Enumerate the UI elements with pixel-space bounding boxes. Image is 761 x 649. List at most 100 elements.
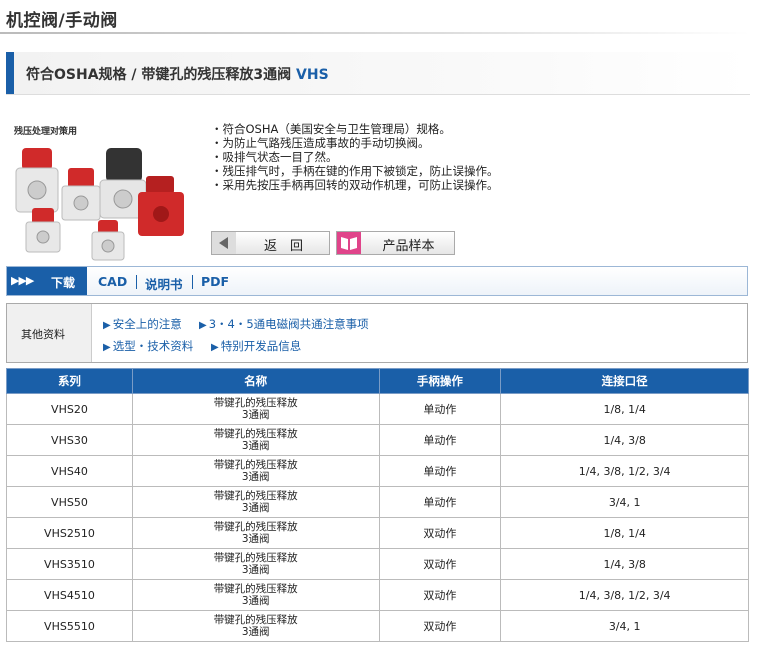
download-tabbar: ▶▶▶ 下载 CAD 说明书 PDF xyxy=(6,266,748,296)
port-cell: 3/4, 1 xyxy=(500,610,749,642)
product-title: 符合OSHA规格 / 带键孔的残压释放3通阀 VHS xyxy=(26,64,329,84)
col-header-series: 系列 xyxy=(6,368,133,394)
product-image-label: 残压处理对策用 xyxy=(14,127,78,137)
operation-cell: 双动作 xyxy=(378,548,502,580)
tab-separator xyxy=(136,275,137,289)
link-safety[interactable]: ▶ 安全上的注意 xyxy=(103,316,182,332)
col-header-name: 名称 xyxy=(131,368,380,394)
tab-cad[interactable]: CAD xyxy=(98,274,127,289)
series-cell[interactable]: VHS2510 xyxy=(6,517,133,549)
link-selection-technical-label: 选型・技术资料 xyxy=(112,339,194,353)
name-line: 带键孔的残压释放 xyxy=(213,459,298,471)
triangle-right-icon: ▶ xyxy=(103,342,111,353)
back-button[interactable]: 返 回 xyxy=(211,231,330,255)
table-row: VHS50 带键孔的残压释放 3通阀 单动作 3/4, 1 xyxy=(6,486,749,518)
other-materials: 其他资料 ▶ 安全上的注意 ▶ 3・4・5通电磁阀共通注意事项 ▶ 选型・技术资料 ▶… xyxy=(6,303,748,363)
spec-table: 系列 名称 手柄操作 连接口径 VHS20 带键孔的残压释放 3通阀 单动作 1/8, … xyxy=(6,368,749,642)
col-header-operation: 手柄操作 xyxy=(378,368,502,394)
back-button-label: 返 回 xyxy=(263,239,303,254)
port-cell: 3/4, 1 xyxy=(500,486,749,518)
name-line: 3通阀 xyxy=(241,502,270,514)
product-title-text: 符合OSHA规格 / 带键孔的残压释放3通阀 xyxy=(26,67,292,83)
col-header-port: 连接口径 xyxy=(500,368,749,394)
series-cell[interactable]: VHS4510 xyxy=(6,579,133,611)
link-common-precautions-label: 3・4・5通电磁阀共通注意事项 xyxy=(208,317,369,331)
series-cell[interactable]: VHS20 xyxy=(6,393,133,425)
port-cell: 1/4, 3/8, 1/2, 3/4 xyxy=(500,579,749,611)
triangle-right-icon: ▶ xyxy=(211,342,219,353)
name-line: 带键孔的残压释放 xyxy=(213,428,298,440)
port-cell: 1/8, 1/4 xyxy=(500,393,749,425)
series-cell[interactable]: VHS5510 xyxy=(6,610,133,642)
feature-item: ・吸排气状态一目了然。 xyxy=(211,150,338,164)
link-special-products-label: 特别开发品信息 xyxy=(220,339,302,353)
name-line: 带键孔的残压释放 xyxy=(213,583,298,595)
series-cell[interactable]: VHS30 xyxy=(6,424,133,456)
series-cell[interactable]: VHS40 xyxy=(6,455,133,487)
table-row: VHS5510 带键孔的残压释放 3通阀 双动作 3/4, 1 xyxy=(6,610,749,642)
name-cell: 带键孔的残压释放 3通阀 xyxy=(131,424,380,456)
triangle-right-icon: ▶ xyxy=(103,320,111,331)
port-cell: 1/4, 3/8, 1/2, 3/4 xyxy=(500,455,749,487)
feature-item: ・为防止气路残压造成事故的手动切换阀。 xyxy=(211,136,430,150)
name-cell: 带键孔的残压释放 3通阀 xyxy=(131,517,380,549)
operation-cell: 单动作 xyxy=(378,393,502,425)
table-row: VHS3510 带键孔的残压释放 3通阀 双动作 1/4, 3/8 xyxy=(6,548,749,580)
operation-cell: 单动作 xyxy=(378,455,502,487)
name-cell: 带键孔的残压释放 3通阀 xyxy=(131,610,380,642)
name-line: 3通阀 xyxy=(241,471,270,483)
name-line: 3通阀 xyxy=(241,595,270,607)
port-cell: 1/8, 1/4 xyxy=(500,517,749,549)
valve-photo xyxy=(15,148,184,261)
name-line: 3通阀 xyxy=(241,564,270,576)
table-row: VHS40 带键孔的残压释放 3通阀 单动作 1/4, 3/8, 1/2, 3/4 xyxy=(6,455,749,487)
page-title: 机控阀/手动阀 xyxy=(6,11,118,31)
name-line: 3通阀 xyxy=(241,409,270,421)
link-special-products[interactable]: ▶ 特别开发品信息 xyxy=(211,338,301,354)
arrow-left-icon xyxy=(212,232,236,254)
table-header-row: 系列 名称 手柄操作 连接口径 xyxy=(6,368,749,394)
operation-cell: 单动作 xyxy=(378,486,502,518)
tab-download[interactable]: ▶▶▶ 下载 xyxy=(7,267,87,295)
series-cell[interactable]: VHS3510 xyxy=(6,548,133,580)
name-line: 3通阀 xyxy=(241,626,270,638)
feature-item: ・符合OSHA（美国安全与卫生管理局）规格。 xyxy=(211,122,451,136)
feature-item: ・采用先按压手柄再回转的双动作机理，可防止误操作。 xyxy=(211,178,499,192)
name-cell: 带键孔的残压释放 3通阀 xyxy=(131,486,380,518)
name-cell: 带键孔的残压释放 3通阀 xyxy=(131,548,380,580)
table-row: VHS30 带键孔的残压释放 3通阀 单动作 1/4, 3/8 xyxy=(6,424,749,456)
name-line: 带键孔的残压释放 xyxy=(213,397,298,409)
name-line: 带键孔的残压释放 xyxy=(213,490,298,502)
series-cell[interactable]: VHS50 xyxy=(6,486,133,518)
header-accent-bar xyxy=(6,52,14,94)
tab-manual[interactable]: 说明书 xyxy=(145,274,183,293)
name-line: 3通阀 xyxy=(241,533,270,545)
port-cell: 1/4, 3/8 xyxy=(500,424,749,456)
tab-download-label: 下载 xyxy=(51,276,76,290)
operation-cell: 双动作 xyxy=(378,610,502,642)
title-divider xyxy=(0,32,750,34)
name-cell: 带键孔的残压释放 3通阀 xyxy=(131,393,380,425)
table-row: VHS4510 带键孔的残压释放 3通阀 双动作 1/4, 3/8, 1/2, 3/4 xyxy=(6,579,749,611)
catalog-button-label: 产品样本 xyxy=(382,239,435,254)
other-materials-label-cell: 其他资料 xyxy=(7,304,92,362)
link-common-precautions[interactable]: ▶ 3・4・5通电磁阀共通注意事项 xyxy=(199,316,369,332)
product-image: 残压处理对策用 xyxy=(10,120,200,270)
table-row: VHS2510 带键孔的残压释放 3通阀 双动作 1/8, 1/4 xyxy=(6,517,749,549)
catalog-button[interactable]: 产品样本 xyxy=(336,231,455,255)
feature-list: ・符合OSHA（美国安全与卫生管理局）规格。 ・为防止气路残压造成事故的手动切换… xyxy=(211,122,499,192)
tab-separator xyxy=(192,275,193,289)
link-selection-technical[interactable]: ▶ 选型・技术资料 xyxy=(103,338,193,354)
port-cell: 1/4, 3/8 xyxy=(500,548,749,580)
tab-pdf[interactable]: PDF xyxy=(201,274,229,289)
name-line: 带键孔的残压释放 xyxy=(213,521,298,533)
name-line: 带键孔的残压释放 xyxy=(213,614,298,626)
other-materials-label: 其他资料 xyxy=(21,328,65,341)
operation-cell: 双动作 xyxy=(378,579,502,611)
operation-cell: 双动作 xyxy=(378,517,502,549)
product-code: VHS xyxy=(296,67,329,83)
feature-item: ・残压排气时，手柄在键的作用下被锁定，防止误操作。 xyxy=(211,164,499,178)
product-header: 符合OSHA规格 / 带键孔的残压释放3通阀 VHS xyxy=(6,52,750,95)
triangle-right-icon: ▶ xyxy=(199,320,207,331)
name-line: 3通阀 xyxy=(241,440,270,452)
